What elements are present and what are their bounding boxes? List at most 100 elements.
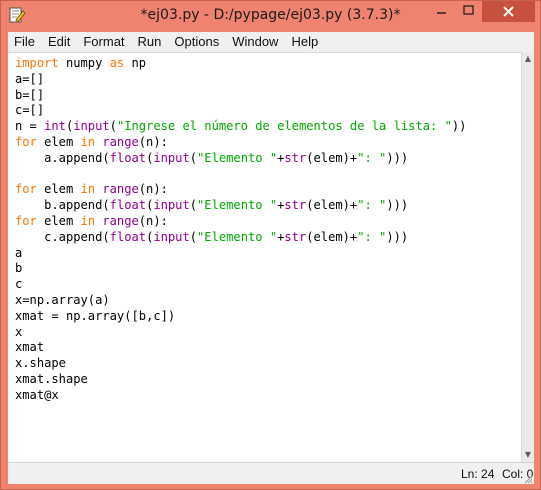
code-line[interactable]: for elem in range(n): bbox=[15, 182, 466, 198]
code-token: numpy bbox=[58, 56, 110, 70]
code-token: ( bbox=[109, 119, 117, 134]
code-line[interactable]: b bbox=[15, 261, 466, 277]
code-token: b.append( bbox=[15, 198, 110, 213]
keyword-token: for bbox=[15, 182, 37, 197]
minimize-button[interactable] bbox=[428, 1, 455, 22]
code-token: ( bbox=[189, 229, 198, 244]
code-line[interactable]: c=[] bbox=[15, 103, 466, 119]
string-token: ": " bbox=[357, 150, 387, 165]
keyword-token: for bbox=[15, 213, 37, 228]
code-token: a.append( bbox=[15, 150, 110, 165]
builtin-token: input bbox=[73, 119, 110, 134]
code-line[interactable]: xmat bbox=[15, 340, 466, 356]
builtin-token: input bbox=[153, 229, 190, 244]
builtin-token: range bbox=[102, 182, 139, 197]
close-icon bbox=[503, 6, 514, 17]
code-token: n = bbox=[15, 119, 45, 134]
code-token: ( bbox=[189, 198, 198, 213]
menu-edit[interactable]: Edit bbox=[42, 32, 77, 52]
scroll-up-arrow-icon[interactable]: ▲ bbox=[522, 52, 534, 66]
resize-grip-icon[interactable] bbox=[523, 473, 533, 484]
builtin-token: str bbox=[284, 229, 307, 244]
builtin-token: range bbox=[102, 134, 139, 149]
code-editor[interactable]: import numpy as np a=[] b=[] c=[] n = int(in… bbox=[8, 52, 521, 462]
code-token: c.append( bbox=[15, 229, 110, 244]
code-line[interactable]: c bbox=[15, 277, 466, 293]
code-token: b=[] bbox=[15, 87, 45, 102]
string-token: ": " bbox=[357, 198, 387, 213]
code-token: c bbox=[15, 277, 23, 292]
builtin-token: float bbox=[109, 150, 147, 165]
status-bar: Ln: 24 Col: 0 bbox=[8, 462, 534, 484]
builtin-token: str bbox=[284, 198, 307, 213]
code-token: a=[] bbox=[15, 71, 45, 86]
builtin-token: str bbox=[284, 150, 307, 165]
code-token: (elem)+ bbox=[306, 150, 358, 165]
menu-format[interactable]: Format bbox=[77, 32, 131, 52]
code-token: )) bbox=[451, 119, 467, 134]
code-line[interactable]: x=np.array(a) bbox=[15, 293, 466, 309]
code-line[interactable]: x bbox=[15, 325, 466, 341]
menu-window[interactable]: Window bbox=[226, 32, 285, 52]
close-button[interactable] bbox=[482, 1, 535, 22]
code-token: (n): bbox=[138, 182, 168, 197]
code-token: ))) bbox=[386, 150, 409, 165]
code-line[interactable] bbox=[15, 167, 466, 183]
title-bar[interactable]: *ej03.py - D:/pypage/ej03.py (3.7.3)* bbox=[1, 1, 540, 32]
string-token: ": " bbox=[357, 229, 387, 244]
code-line[interactable]: for elem in range(n): bbox=[15, 135, 466, 151]
keyword-token: for bbox=[15, 134, 37, 149]
code-token: (n): bbox=[138, 213, 168, 228]
string-token: "Ingrese el número de elementos de la li… bbox=[116, 119, 452, 134]
code-line[interactable]: for elem in range(n): bbox=[15, 214, 466, 230]
string-token: "Elemento " bbox=[197, 150, 278, 165]
string-token: "Elemento " bbox=[197, 198, 278, 213]
keyword-token: in bbox=[80, 213, 96, 228]
maximize-button[interactable] bbox=[455, 1, 482, 22]
code-line[interactable]: b.append(float(input("Elemento "+str(ele… bbox=[15, 198, 466, 214]
keyword-token: as bbox=[109, 56, 125, 70]
keyword-token: import bbox=[15, 56, 59, 70]
code-line[interactable]: c.append(float(input("Elemento "+str(ele… bbox=[15, 230, 466, 246]
code-line[interactable]: xmat = np.array([b,c]) bbox=[15, 309, 466, 325]
code-line[interactable]: a.append(float(input("Elemento "+str(ele… bbox=[15, 151, 466, 167]
code-line[interactable]: import numpy as np bbox=[15, 56, 466, 72]
line-number-status: Ln: 24 bbox=[461, 467, 495, 481]
keyword-token: in bbox=[80, 182, 96, 197]
builtin-token: float bbox=[109, 229, 147, 244]
menu-options[interactable]: Options bbox=[168, 32, 226, 52]
minimize-icon bbox=[437, 12, 446, 14]
code-line[interactable]: a=[] bbox=[15, 72, 466, 88]
menu-file[interactable]: File bbox=[8, 32, 42, 52]
code-token: np bbox=[124, 56, 147, 70]
scroll-down-arrow-icon[interactable]: ▼ bbox=[522, 448, 534, 462]
code-token: xmat = np.array([b,c]) bbox=[15, 308, 176, 323]
code-token: xmat.shape bbox=[15, 371, 88, 386]
code-token: ))) bbox=[386, 198, 409, 213]
menu-bar: File Edit Format Run Options Window Help bbox=[8, 32, 534, 52]
code-token: (n): bbox=[138, 134, 168, 149]
code-line[interactable]: a bbox=[15, 246, 466, 262]
builtin-token: input bbox=[153, 198, 190, 213]
keyword-token: in bbox=[80, 134, 96, 149]
code-token: x.shape bbox=[15, 356, 66, 371]
menu-help[interactable]: Help bbox=[285, 32, 325, 52]
code-text[interactable]: import numpy as np a=[] b=[] c=[] n = int(in… bbox=[15, 56, 466, 404]
code-line[interactable]: xmat.shape bbox=[15, 372, 466, 388]
code-line[interactable]: xmat@x bbox=[15, 388, 466, 404]
code-token: ( bbox=[189, 150, 198, 165]
menu-run[interactable]: Run bbox=[132, 32, 169, 52]
vertical-scrollbar[interactable]: ▲ ▼ bbox=[521, 52, 534, 462]
code-line[interactable]: x.shape bbox=[15, 356, 466, 372]
code-token: x bbox=[15, 324, 23, 339]
maximize-icon bbox=[463, 5, 474, 15]
code-line[interactable]: n = int(input("Ingrese el número de elem… bbox=[15, 119, 466, 135]
builtin-token: float bbox=[109, 198, 147, 213]
code-token: x=np.array(a) bbox=[15, 292, 110, 307]
idle-editor-window: *ej03.py - D:/pypage/ej03.py (3.7.3)* Fi… bbox=[0, 0, 541, 490]
builtin-token: int bbox=[44, 119, 66, 134]
builtin-token: input bbox=[153, 150, 190, 165]
code-token: (elem)+ bbox=[306, 198, 358, 213]
code-token: c=[] bbox=[15, 103, 45, 118]
code-line[interactable]: b=[] bbox=[15, 88, 466, 104]
